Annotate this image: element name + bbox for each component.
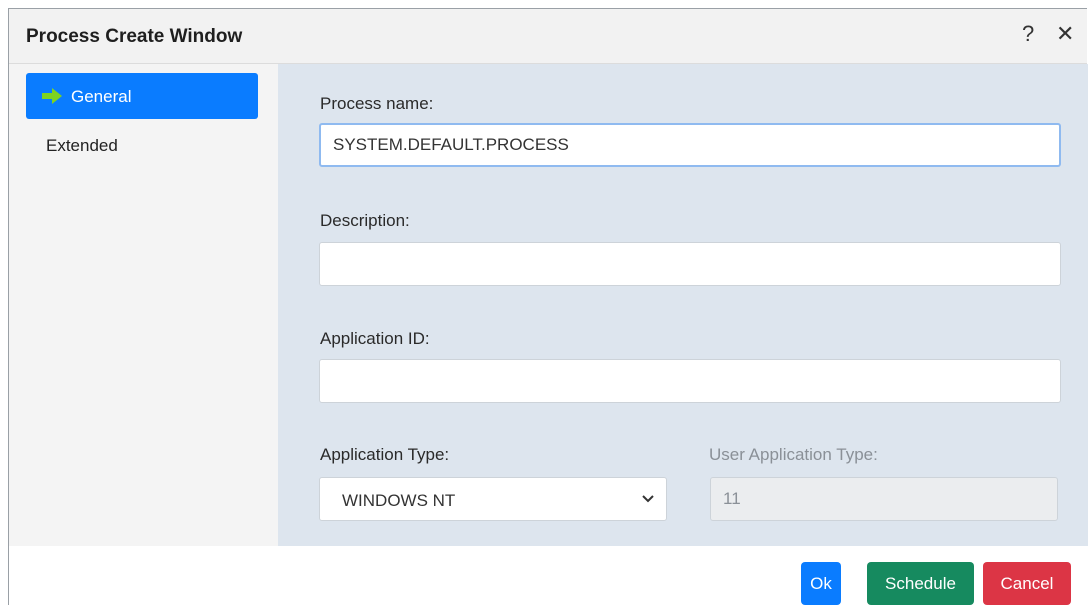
- user-application-type-label: User Application Type:: [709, 445, 878, 464]
- general-form-panel: Process name: Description: Application I…: [278, 64, 1088, 546]
- application-type-label: Application Type:: [320, 445, 450, 464]
- user-application-type-input: [710, 477, 1058, 521]
- title-bar: Process Create Window ? ✕: [9, 9, 1087, 64]
- window-title: Process Create Window: [26, 26, 243, 47]
- right-arrow-icon: [42, 88, 62, 104]
- cancel-button[interactable]: Cancel: [983, 562, 1071, 605]
- description-input[interactable]: [319, 242, 1061, 286]
- question-mark-icon[interactable]: ?: [1022, 21, 1034, 47]
- description-label: Description:: [320, 211, 410, 230]
- sidebar-item-label: General: [71, 87, 132, 106]
- ok-button[interactable]: Ok: [801, 562, 841, 605]
- process-name-label: Process name:: [320, 94, 434, 113]
- sidebar-item-extended[interactable]: Extended: [26, 122, 258, 168]
- schedule-button[interactable]: Schedule: [867, 562, 974, 605]
- sidebar: General Extended: [9, 64, 278, 546]
- application-type-select[interactable]: WINDOWS NT: [319, 477, 667, 521]
- application-id-label: Application ID:: [320, 329, 430, 348]
- sidebar-item-label: Extended: [46, 136, 118, 155]
- application-type-value: WINDOWS NT: [342, 491, 456, 510]
- chevron-down-icon: [642, 495, 654, 503]
- close-icon[interactable]: ✕: [1056, 21, 1074, 47]
- application-id-input[interactable]: [319, 359, 1061, 403]
- sidebar-item-general[interactable]: General: [26, 73, 258, 119]
- process-create-window: Process Create Window ? ✕ General Extend…: [8, 8, 1088, 606]
- dialog-footer: Ok Schedule Cancel: [9, 546, 1087, 606]
- process-name-input[interactable]: [319, 123, 1061, 167]
